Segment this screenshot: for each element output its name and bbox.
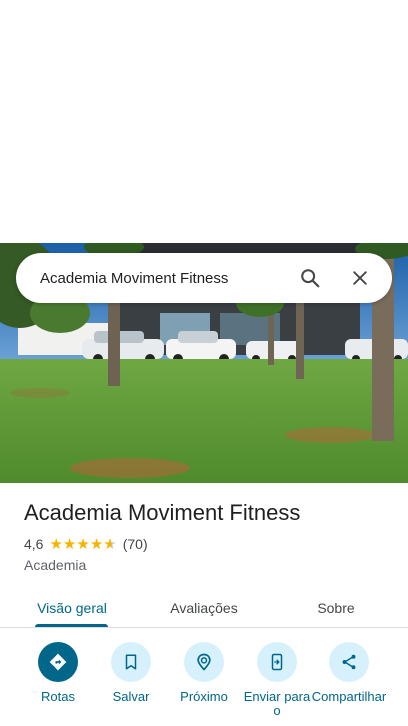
- share-label: Compartilhar: [311, 689, 387, 704]
- send-to-phone-icon: [271, 653, 283, 671]
- save-button[interactable]: Salvar: [93, 642, 169, 704]
- half-star-icon: ★: [103, 535, 117, 553]
- nearby-icon: [197, 653, 211, 671]
- directions-icon: [49, 653, 67, 671]
- star-icon: ★: [62, 535, 77, 553]
- save-icon-container: [111, 642, 151, 682]
- star-rating: ★ ★ ★ ★ ★: [49, 537, 116, 552]
- clear-search-button[interactable]: [342, 260, 378, 296]
- map-blank-area: [0, 0, 408, 243]
- place-title: Academia Moviment Fitness: [24, 500, 301, 525]
- review-count: (70): [122, 536, 148, 552]
- tab-about[interactable]: Sobre: [284, 588, 388, 628]
- directions-icon-container: [38, 642, 78, 682]
- tab-bar: Visão geral Avaliações Sobre: [0, 588, 408, 628]
- share-icon-container: [329, 642, 369, 682]
- rating-row[interactable]: 4,6 ★ ★ ★ ★ ★ (70): [24, 536, 148, 552]
- action-bar: Rotas Salvar Próximo Enviar para o Compa…: [0, 642, 408, 726]
- place-category[interactable]: Academia: [24, 557, 86, 573]
- rating-value: 4,6: [24, 536, 44, 552]
- send-to-phone-button[interactable]: Enviar para o: [239, 642, 315, 718]
- nearby-label: Próximo: [180, 689, 228, 704]
- star-icon: ★: [89, 535, 104, 553]
- save-label: Salvar: [112, 689, 150, 704]
- nearby-button[interactable]: Próximo: [166, 642, 242, 704]
- search-button[interactable]: [292, 260, 328, 296]
- send-label: Enviar para o: [243, 689, 311, 718]
- tab-overview[interactable]: Visão geral: [20, 588, 124, 628]
- star-icon: ★: [49, 535, 63, 553]
- nearby-icon-container: [184, 642, 224, 682]
- bookmark-icon: [125, 654, 137, 670]
- tab-reviews[interactable]: Avaliações: [152, 588, 256, 628]
- send-icon-container: [257, 642, 297, 682]
- search-bar[interactable]: Academia Moviment Fitness: [16, 253, 392, 303]
- star-icon: ★: [76, 535, 90, 553]
- active-tab-indicator: [35, 624, 108, 627]
- share-button[interactable]: Compartilhar: [311, 642, 387, 704]
- directions-button[interactable]: Rotas: [20, 642, 96, 704]
- search-input[interactable]: Academia Moviment Fitness: [40, 270, 292, 287]
- directions-label: Rotas: [41, 689, 75, 704]
- search-icon: [301, 269, 320, 288]
- close-icon: [353, 271, 367, 285]
- share-icon: [342, 654, 356, 670]
